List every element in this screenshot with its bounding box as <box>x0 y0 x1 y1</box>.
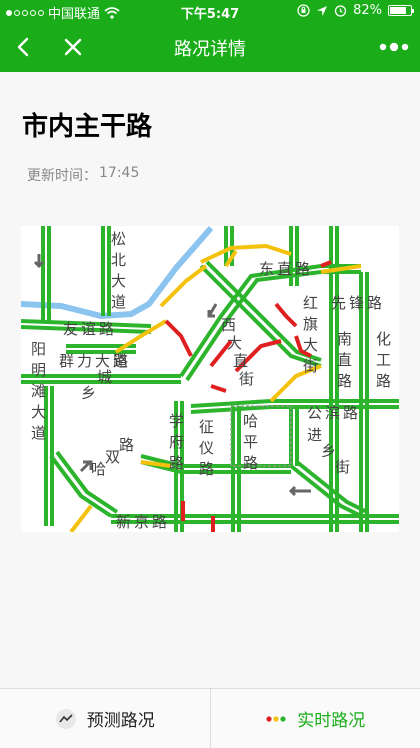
more-dots-icon <box>379 42 409 52</box>
update-time-label: 更新时间： <box>27 168 97 184</box>
tab-realtime-traffic[interactable]: 实时路况 <box>209 689 420 748</box>
status-bar: 中国联通 下午5:47 82% <box>0 0 420 22</box>
map-label: 先锋路 <box>331 294 385 312</box>
map-label: 哈平路 <box>243 412 258 472</box>
map-label: 化工路 <box>376 330 391 390</box>
map-label: 友谊路 <box>63 320 117 338</box>
battery-icon <box>388 5 414 16</box>
close-icon <box>64 38 82 56</box>
map-label: 松北大道 <box>111 230 126 311</box>
page-title: 市内主干路 <box>22 112 153 142</box>
map-label: 东直路 <box>259 260 313 278</box>
update-time: 更新时间： 17:45 <box>27 165 139 185</box>
map-label: 西大直街 <box>221 316 254 388</box>
tab-forecast-traffic[interactable]: 预测路况 <box>0 689 210 748</box>
traffic-map-svg: 松北大道东直路红旗大街先锋路南直路化工路友谊路群力大道阳明滩大道西大直街乡城路学… <box>21 226 399 532</box>
map-label: 哈双路 <box>91 436 134 478</box>
battery-fill <box>390 7 407 14</box>
location-icon <box>317 5 328 16</box>
alarm-icon <box>334 5 347 17</box>
map-label: 阳明滩大道 <box>31 340 46 442</box>
signal-icon <box>6 9 44 16</box>
map-label: 公滨路 <box>307 404 361 422</box>
traffic-dots-icon <box>266 715 286 722</box>
map-label: 新京路 <box>116 513 170 531</box>
chevron-left-icon <box>17 37 29 57</box>
direction-arrow-icon <box>288 485 311 497</box>
status-right: 82% <box>297 3 414 18</box>
content: 市内主干路 更新时间： 17:45 松北大道 东直路 红旗大街 先锋路 南直路 … <box>0 72 420 688</box>
tab-forecast-label: 预测路况 <box>86 711 155 731</box>
bottom-tab-bar: 预测路况 实时路况 <box>0 688 420 748</box>
map-label: 征仪路 <box>199 418 214 478</box>
carrier-name: 中国联通 <box>48 7 101 22</box>
map-label: 进乡街 <box>307 426 350 476</box>
close-button[interactable] <box>55 29 91 65</box>
more-button[interactable] <box>374 29 414 65</box>
map-label: 学府路 <box>169 412 184 472</box>
wifi-icon <box>104 6 120 19</box>
map-label: 南直路 <box>337 330 352 390</box>
rotation-lock-icon <box>297 4 310 17</box>
direction-arrow-icon <box>207 303 218 318</box>
back-button[interactable] <box>6 29 42 65</box>
update-time-value: 17:45 <box>99 165 140 181</box>
map-label: 红旗大街 <box>303 294 318 375</box>
direction-arrow-icon <box>79 459 93 473</box>
status-left: 中国联通 <box>6 3 120 22</box>
trend-icon <box>55 708 76 729</box>
battery-percent: 82% <box>353 3 382 18</box>
nav-bar: 路况详情 <box>0 22 420 72</box>
traffic-map: 松北大道 东直路 红旗大街 先锋路 南直路 化工路 友谊路 群力大道 阳明滩大道 西大直街 乡城路学… <box>21 226 399 532</box>
tab-realtime-label: 实时路况 <box>297 711 366 731</box>
